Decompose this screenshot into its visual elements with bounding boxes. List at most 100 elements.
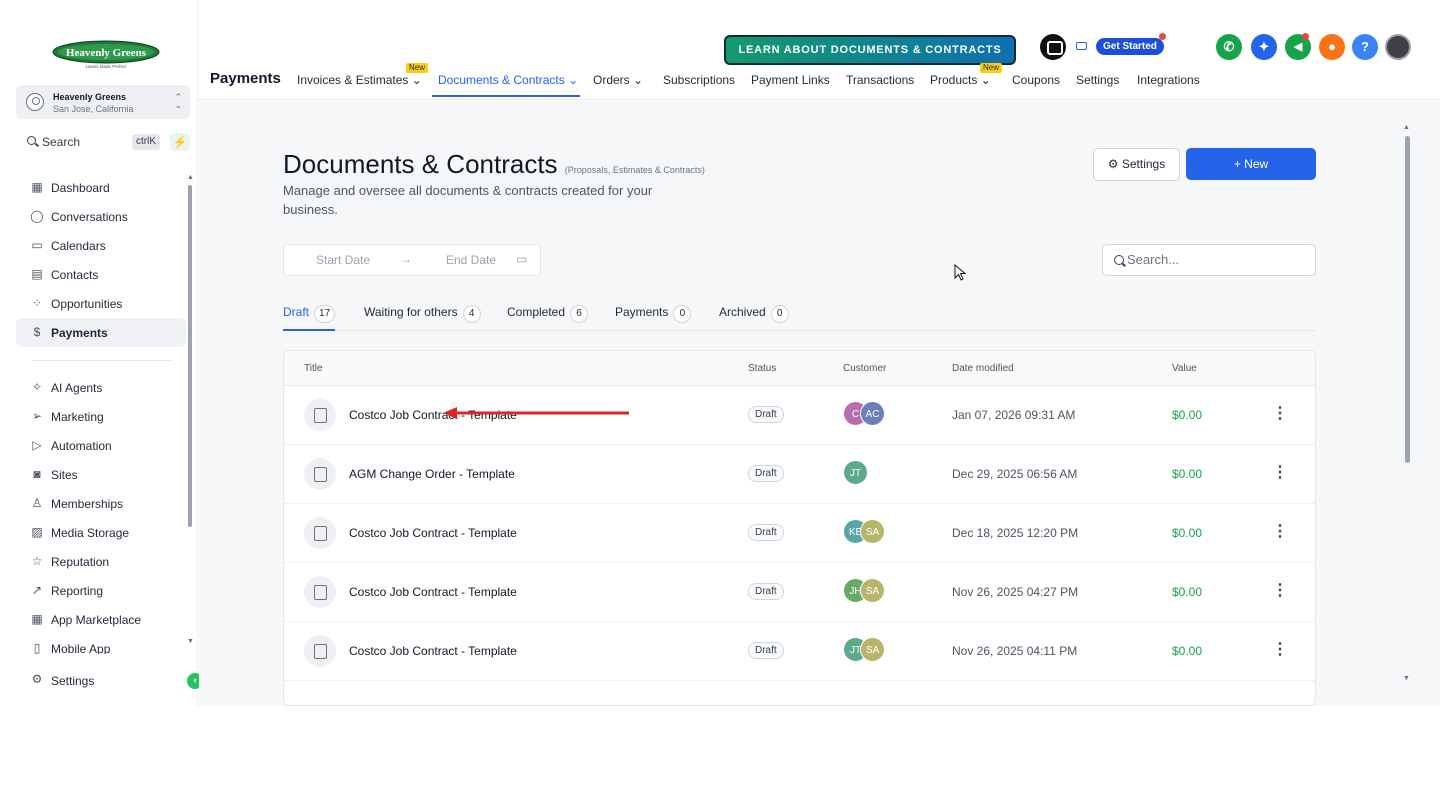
tab-payment-links[interactable]: Payment Links: [751, 73, 830, 87]
sidebar-scroll-up[interactable]: ▲: [187, 174, 194, 181]
sidebar-nav-bottom: ✧ AI Agents ➢ Marketing ▷ Automation ◙ S…: [16, 373, 186, 654]
sidebar-item-label: Media Storage: [51, 526, 130, 540]
sidebar-item-marketing[interactable]: ➢ Marketing: [16, 402, 186, 431]
tab-documents-contracts[interactable]: Documents & Contracts ⌄: [438, 73, 578, 87]
gear-icon: ⚙: [1107, 157, 1119, 171]
tab-transactions[interactable]: Transactions: [846, 73, 914, 87]
column-header-title[interactable]: Title: [304, 363, 323, 374]
status-badge: Draft: [748, 524, 784, 541]
document-title[interactable]: AGM Change Order - Template: [349, 467, 515, 481]
documents-search-input[interactable]: [1127, 252, 1307, 267]
new-document-button[interactable]: + New: [1186, 148, 1316, 180]
sidebar-item-app-marketplace[interactable]: ▦ App Marketplace: [16, 605, 186, 634]
chat-support-icon[interactable]: [1040, 34, 1066, 60]
table-row[interactable]: AGM Change Order - Template Draft JT Dec 29…: [284, 445, 1315, 504]
sidebar-scrollbar[interactable]: [188, 185, 192, 527]
column-header-date-modified[interactable]: Date modified: [952, 363, 1014, 374]
sidebar-item-opportunities[interactable]: ⁘ Opportunities: [16, 289, 186, 318]
tab-settings[interactable]: Settings: [1076, 73, 1119, 87]
document-title[interactable]: Costco Job Contract - Template: [349, 526, 517, 540]
tab-invoices-estimates[interactable]: Invoices & Estimates ⌄: [297, 73, 422, 87]
table-row[interactable]: Costco Job Contract - Template Draft C AC Ja…: [284, 386, 1315, 445]
sidebar-item-memberships[interactable]: ♙ Memberships: [16, 489, 186, 518]
sidebar-scroll-down[interactable]: ▼: [187, 638, 194, 645]
sidebar-search[interactable]: Search ctrlK ⚡: [24, 133, 190, 153]
sidebar-item-contacts[interactable]: ▤ Contacts: [16, 260, 186, 289]
main-scroll-up[interactable]: ▲: [1403, 124, 1410, 131]
customer-avatar[interactable]: SA: [860, 578, 885, 603]
user-avatar[interactable]: [1385, 34, 1411, 60]
customer-avatar[interactable]: AC: [860, 401, 885, 426]
sidebar-item-label: Sites: [51, 468, 78, 482]
help-icon[interactable]: ?: [1352, 34, 1378, 60]
column-header-status[interactable]: Status: [748, 363, 776, 374]
table-row[interactable]: Costco Job Contract - Template Draft JT SA N…: [284, 622, 1315, 681]
sidebar-item-payments[interactable]: $ Payments: [16, 318, 186, 347]
end-date-field[interactable]: End Date: [446, 253, 496, 267]
location-switcher[interactable]: Heavenly Greens San Jose, California ⌃ ⌄: [16, 85, 190, 119]
date-range-picker[interactable]: Start Date → End Date ▭: [283, 244, 541, 276]
page-title-subtitle: (Proposals, Estimates & Contracts): [564, 165, 705, 175]
sidebar-item-dashboard[interactable]: ▦ Dashboard: [16, 173, 186, 202]
tab-coupons[interactable]: Coupons: [1012, 73, 1060, 87]
column-header-customer[interactable]: Customer: [843, 363, 886, 374]
table-row[interactable]: Costco Job Contract - Template Draft JH SA N…: [284, 563, 1315, 622]
tab-payments[interactable]: Payments 0: [615, 305, 692, 323]
sidebar-item-sites[interactable]: ◙ Sites: [16, 460, 186, 489]
document-title[interactable]: Costco Job Contract - Template: [349, 644, 517, 658]
documents-search[interactable]: [1102, 244, 1316, 276]
sidebar-item-reporting[interactable]: ↗ Reporting: [16, 576, 186, 605]
tab-completed[interactable]: Completed 6: [507, 305, 589, 323]
customer-avatar[interactable]: SA: [860, 519, 885, 544]
tab-products[interactable]: Products ⌄: [930, 73, 991, 87]
table-row[interactable]: Costco Job Contract - Template Draft KE SA D…: [284, 504, 1315, 563]
more-options-icon[interactable]: ⋮: [1272, 405, 1288, 423]
main-scrollbar[interactable]: [1405, 136, 1410, 463]
active-status-indicator: [283, 329, 335, 331]
column-header-value[interactable]: Value: [1172, 363, 1197, 374]
document-value: $0.00: [1172, 408, 1203, 422]
sidebar-item-reputation[interactable]: ☆ Reputation: [16, 547, 186, 576]
learn-about-button[interactable]: LEARN ABOUT DOCUMENTS & CONTRACTS: [724, 35, 1016, 65]
sidebar-item-ai-agents[interactable]: ✧ AI Agents: [16, 373, 186, 402]
main-scroll-down[interactable]: ▼: [1403, 675, 1410, 682]
contacts-icon: ▤: [31, 267, 43, 281]
get-started-button[interactable]: Get Started: [1096, 38, 1164, 55]
sidebar-item-calendars[interactable]: ▭ Calendars: [16, 231, 186, 260]
settings-button[interactable]: ⚙ Settings: [1093, 148, 1180, 181]
chevron-updown-icon: ⌃ ⌄: [174, 92, 182, 110]
sidebar-item-conversations[interactable]: ◯ Conversations: [16, 202, 186, 231]
more-options-icon[interactable]: ⋮: [1272, 641, 1288, 659]
mobile-icon: ▯: [33, 641, 41, 654]
quick-action-bolt-icon[interactable]: ⚡: [170, 133, 190, 151]
tab-integrations[interactable]: Integrations: [1137, 73, 1200, 87]
tab-subscriptions[interactable]: Subscriptions: [663, 73, 735, 87]
more-options-icon[interactable]: ⋮: [1272, 523, 1288, 541]
tab-waiting-for-others[interactable]: Waiting for others 4: [364, 305, 481, 323]
start-date-field[interactable]: Start Date: [316, 253, 370, 267]
bell-icon[interactable]: ●: [1319, 34, 1345, 60]
more-options-icon[interactable]: ⋮: [1272, 582, 1288, 600]
sidebar-item-label: Memberships: [51, 497, 124, 511]
sidebar-item-settings[interactable]: ⚙ Settings: [30, 672, 190, 690]
phone-icon[interactable]: ✆: [1216, 34, 1242, 60]
status-tabs: Draft 17 Waiting for others 4 Completed 6 P…: [283, 303, 1316, 331]
document-title[interactable]: Costco Job Contract - Template: [349, 585, 517, 599]
tab-archived[interactable]: Archived 0: [719, 305, 789, 323]
sidebar-item-automation[interactable]: ▷ Automation: [16, 431, 186, 460]
tab-orders[interactable]: Orders ⌄: [593, 73, 643, 87]
sidebar-item-mobile-app[interactable]: ▯ Mobile App: [16, 634, 186, 654]
section-title: Payments: [210, 70, 281, 87]
tab-label: Completed: [507, 305, 566, 319]
tab-draft[interactable]: Draft 17: [283, 305, 336, 323]
ai-sparkle-icon[interactable]: ✦: [1251, 34, 1277, 60]
sidebar: Heavenly Greens Lawns Made Perfect Heave…: [0, 0, 203, 706]
sidebar-item-media-storage[interactable]: ▨ Media Storage: [16, 518, 186, 547]
arrow-right-icon: →: [400, 252, 412, 266]
sidebar-item-label: Opportunities: [51, 297, 123, 311]
customer-avatar[interactable]: JT: [843, 460, 868, 485]
customer-avatar[interactable]: SA: [860, 637, 885, 662]
more-options-icon[interactable]: ⋮: [1272, 464, 1288, 482]
document-icon: [304, 576, 336, 608]
company-logo[interactable]: Heavenly Greens Lawns Made Perfect: [52, 40, 160, 70]
